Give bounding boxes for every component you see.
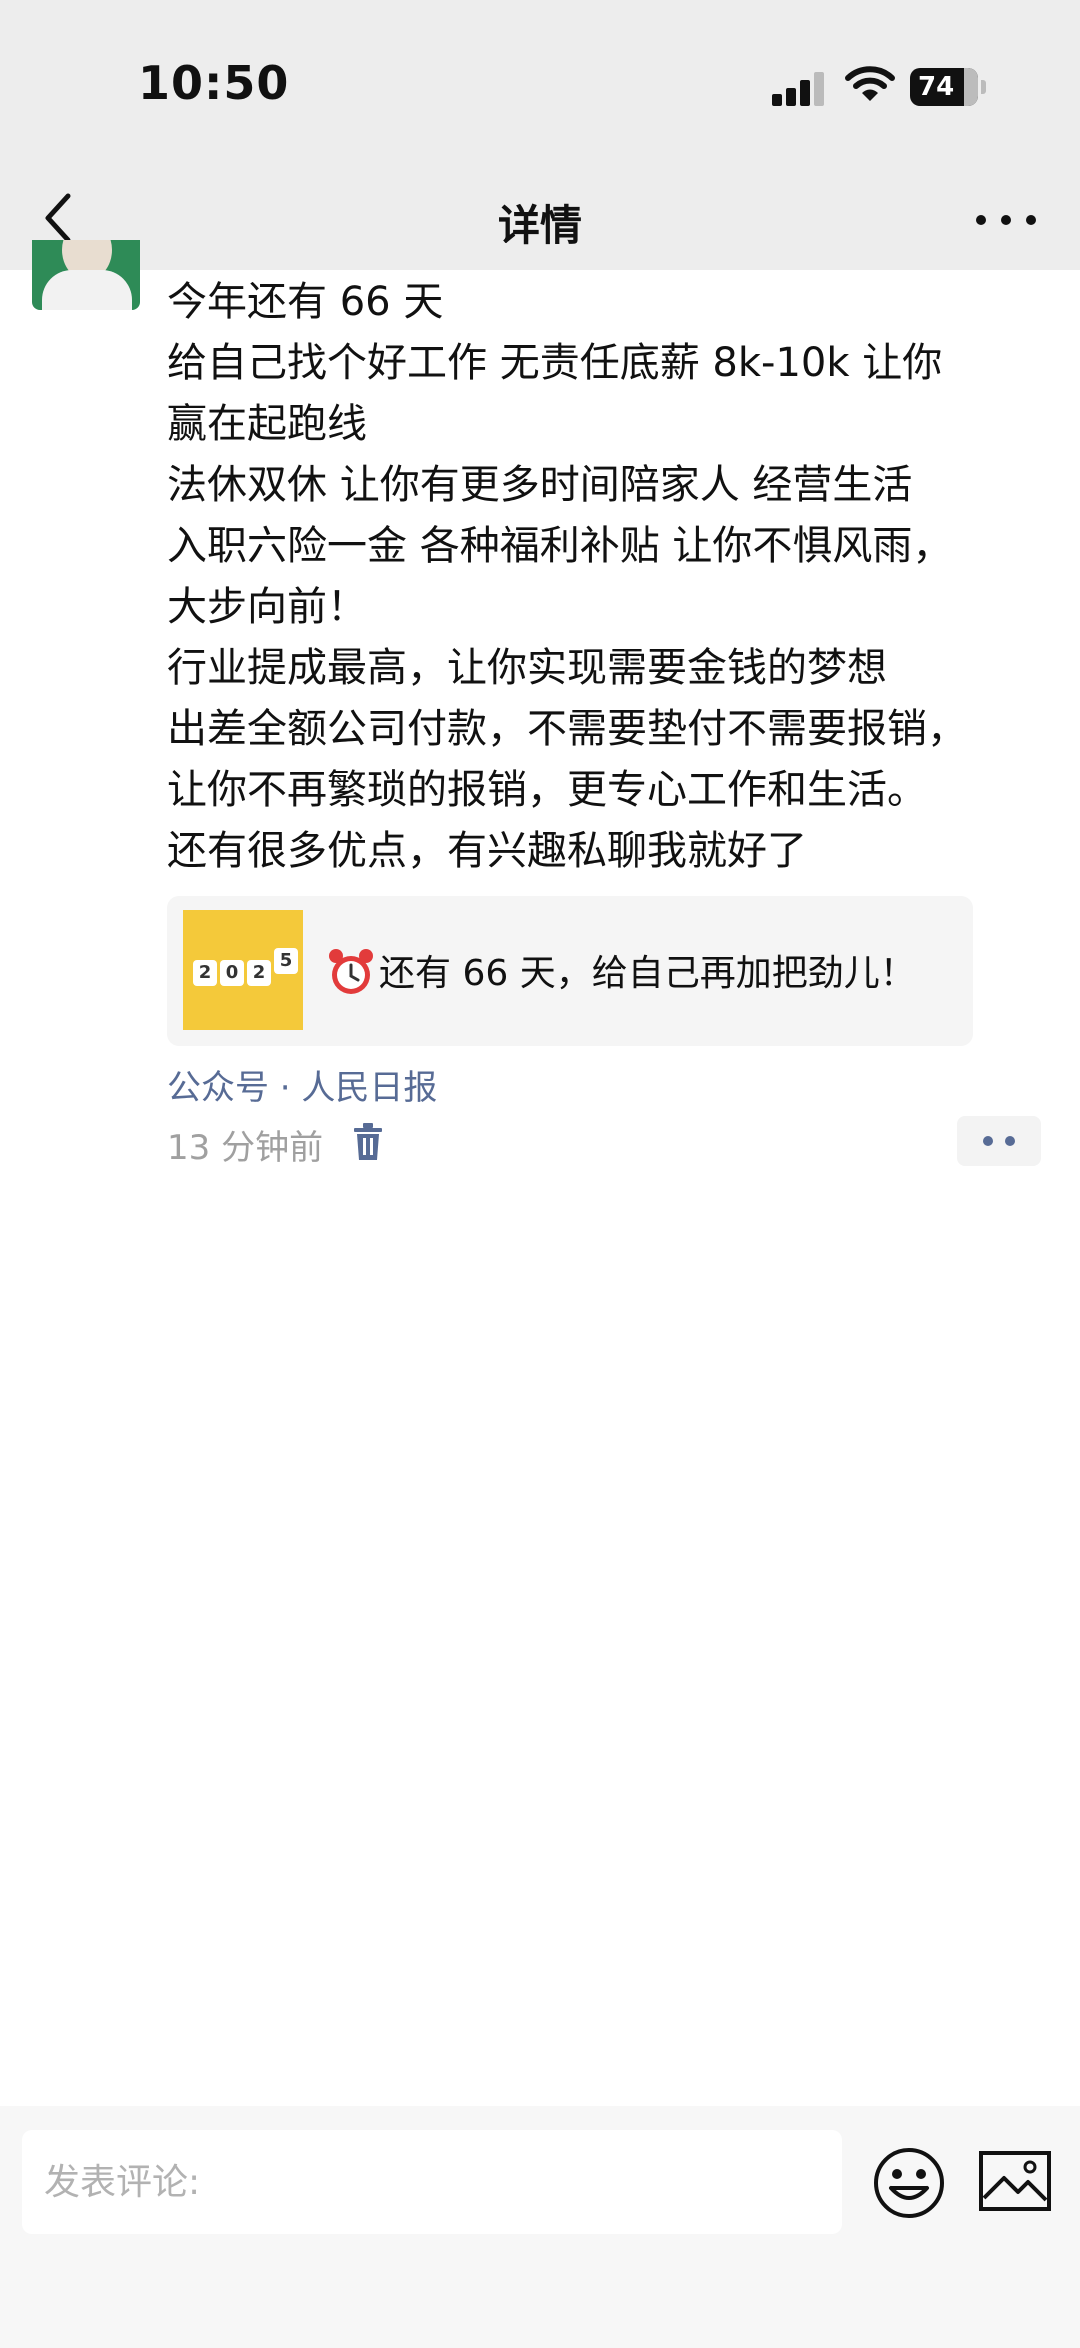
post-line: 赢在起跑线 xyxy=(167,401,367,447)
image-icon[interactable] xyxy=(978,2150,1052,2212)
post-line: 法休双休 让你有更多时间陪家人 经营生活 xyxy=(167,462,913,508)
cellular-signal-icon xyxy=(772,70,828,106)
alarm-clock-icon xyxy=(329,949,373,994)
article-thumbnail: 2 0 2 5 xyxy=(183,910,303,1030)
post-content: 今年还有 66 天 给自己找个好工作 无责任底薪 8k-10k 让你 赢在起跑线… xyxy=(167,272,1067,882)
status-time: 10:50 xyxy=(138,56,290,110)
shared-article-card[interactable]: 2 0 2 5 还有 66 天，给自己再加把劲儿！ xyxy=(167,896,973,1046)
comment-bar xyxy=(0,2106,1080,2348)
thumbnail-dice: 2 xyxy=(247,960,271,986)
post-line: 今年还有 66 天 xyxy=(167,279,444,325)
thumbnail-dice: 5 xyxy=(274,948,298,974)
post-line: 让你不再繁琐的报销，更专心工作和生活。 xyxy=(167,767,927,813)
comment-input[interactable] xyxy=(22,2130,842,2234)
post-line: 大步向前！ xyxy=(167,584,367,630)
emoji-icon[interactable] xyxy=(872,2146,946,2220)
post-line: 还有很多优点，有兴趣私聊我就好了 xyxy=(167,828,807,874)
battery-level: 74 xyxy=(918,72,955,102)
status-bar: 10:50 74 xyxy=(0,0,1080,170)
page-title: 详情 xyxy=(497,201,582,250)
source-link[interactable]: 公众号 · 人民日报 xyxy=(167,1060,437,1109)
delete-icon[interactable] xyxy=(352,1122,384,1162)
battery-icon: 74 xyxy=(910,68,986,106)
article-title: 还有 66 天，给自己再加把劲儿！ xyxy=(379,953,916,994)
post-line: 出差全额公司付款，不需要垫付不需要报销， xyxy=(167,706,967,752)
more-options-icon[interactable] xyxy=(976,200,1036,240)
thumbnail-dice: 2 xyxy=(193,960,217,986)
post-timestamp: 13 分钟前 xyxy=(167,1128,324,1168)
thumbnail-dice: 0 xyxy=(220,960,244,986)
like-comment-button[interactable] xyxy=(957,1116,1041,1166)
post-line: 行业提成最高，让你实现需要金钱的梦想 xyxy=(167,645,887,691)
wifi-icon xyxy=(845,66,895,101)
post-line: 给自己找个好工作 无责任底薪 8k-10k 让你 xyxy=(167,340,943,386)
avatar[interactable] xyxy=(32,240,140,310)
navigation-bar: 详情 xyxy=(0,170,1080,270)
post-line: 入职六险一金 各种福利补贴 让你不惧风雨， xyxy=(167,523,953,569)
